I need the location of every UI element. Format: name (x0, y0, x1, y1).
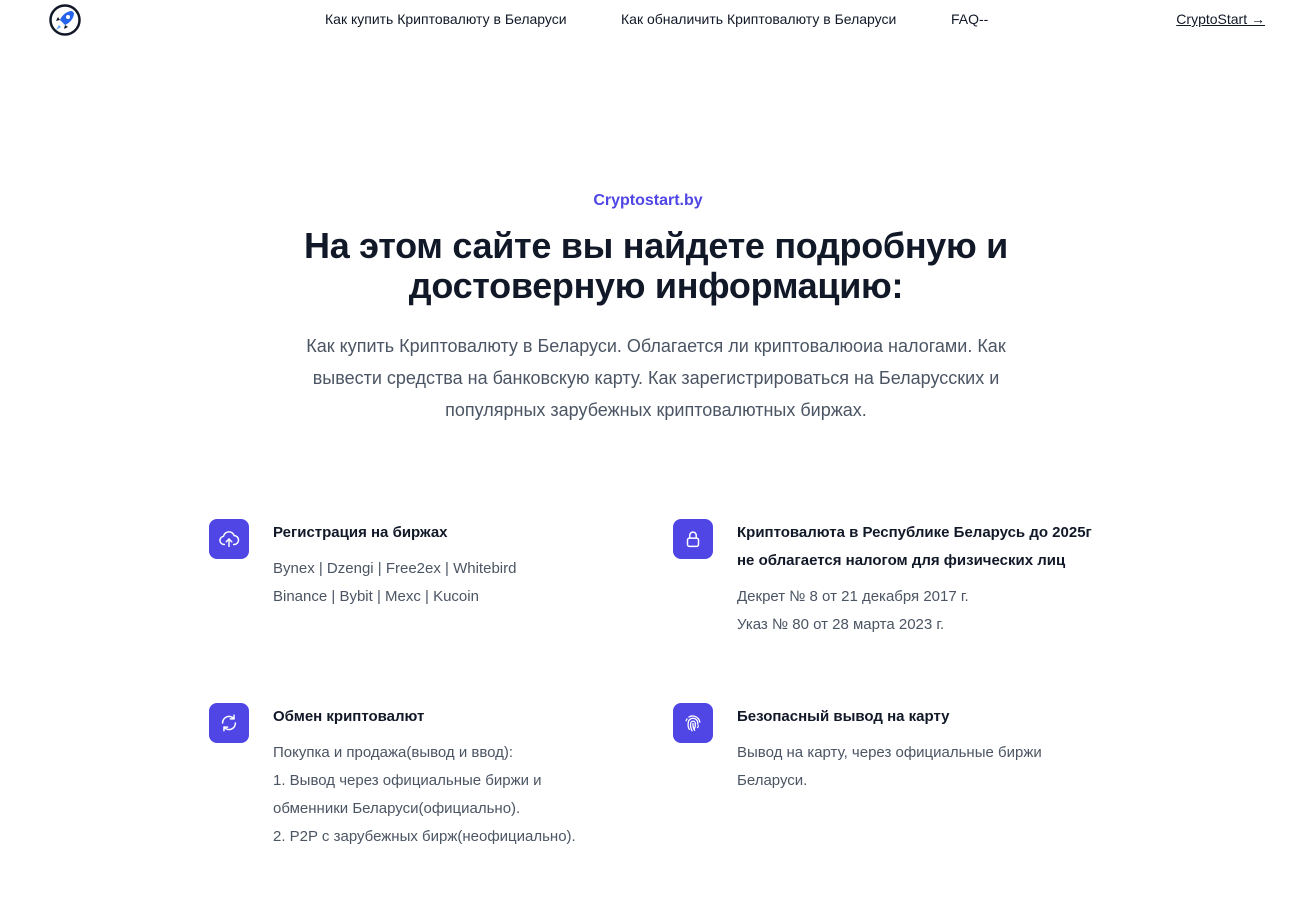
feature-title: Безопасный вывод на карту (737, 708, 950, 725)
hero-lead-text: Как купить Криптовалюту в Беларуси. Обла… (306, 336, 1006, 420)
top-navigation: Как купить Криптовалюту в Беларуси Как о… (0, 0, 1296, 40)
page-headline: На этом сайте вы найдете подробную и дос… (304, 225, 1008, 306)
nav-link-buy-crypto[interactable]: Как купить Криптовалюту в Беларуси (325, 11, 567, 27)
feature-title: Регистрация на биржах (273, 524, 448, 541)
description-line: Беларуси. (737, 772, 808, 789)
feature-title: Криптовалюта в Республике Беларусь до 20… (737, 524, 1092, 569)
lock-icon (673, 519, 713, 559)
feature-description: Bynex | Dzengi | Free2ex | Whitebird Bin… (273, 555, 629, 611)
exchange-list-line: Binance | Bybit | Mexc | Kucoin (273, 588, 479, 605)
feature-description: Покупка и продажа(вывод и ввод): 1. Выво… (273, 739, 629, 851)
cloud-upload-icon (209, 519, 249, 559)
exchange-list-line: Bynex | Dzengi | Free2ex | Whitebird (273, 560, 517, 577)
decree-line: Указ № 80 от 28 марта 2023 г. (737, 616, 945, 633)
refresh-icon (209, 703, 249, 743)
nav-link-faq[interactable]: FAQ-- (951, 11, 988, 27)
cryptostart-link[interactable]: CryptoStart → (1176, 11, 1265, 27)
description-line: 2. P2P с зарубежных бирж(неофициально). (273, 828, 576, 845)
decree-line: Декрет № 8 от 21 декабря 2017 г. (737, 588, 969, 605)
nav-link-cash-out-crypto[interactable]: Как обналичить Криптовалюту в Беларуси (621, 11, 896, 27)
site-eyebrow: Cryptostart.by (593, 192, 703, 209)
feature-description: Вывод на карту, через официальные биржи … (737, 739, 1103, 795)
feature-crypto-exchange: Обмен криптовалют Покупка и продажа(выво… (209, 703, 629, 851)
feature-title: Обмен криптовалют (273, 708, 425, 725)
rocket-logo-icon[interactable] (48, 3, 82, 37)
feature-registration: Регистрация на биржах Bynex | Dzengi | F… (209, 519, 629, 611)
feature-description: Декрет № 8 от 21 декабря 2017 г. Указ № … (737, 583, 1103, 639)
feature-safe-withdrawal: Безопасный вывод на карту Вывод на карту… (673, 703, 1103, 795)
feature-tax-exemption: Криптовалюта в Республике Беларусь до 20… (673, 519, 1103, 639)
description-line: Вывод на карту, через официальные биржи (737, 744, 1042, 761)
description-line: 1. Вывод через официальные биржи и (273, 772, 542, 789)
fingerprint-icon (673, 703, 713, 743)
description-line: Покупка и продажа(вывод и ввод): (273, 744, 514, 761)
description-line: обменники Беларуси(официально). (273, 800, 521, 817)
